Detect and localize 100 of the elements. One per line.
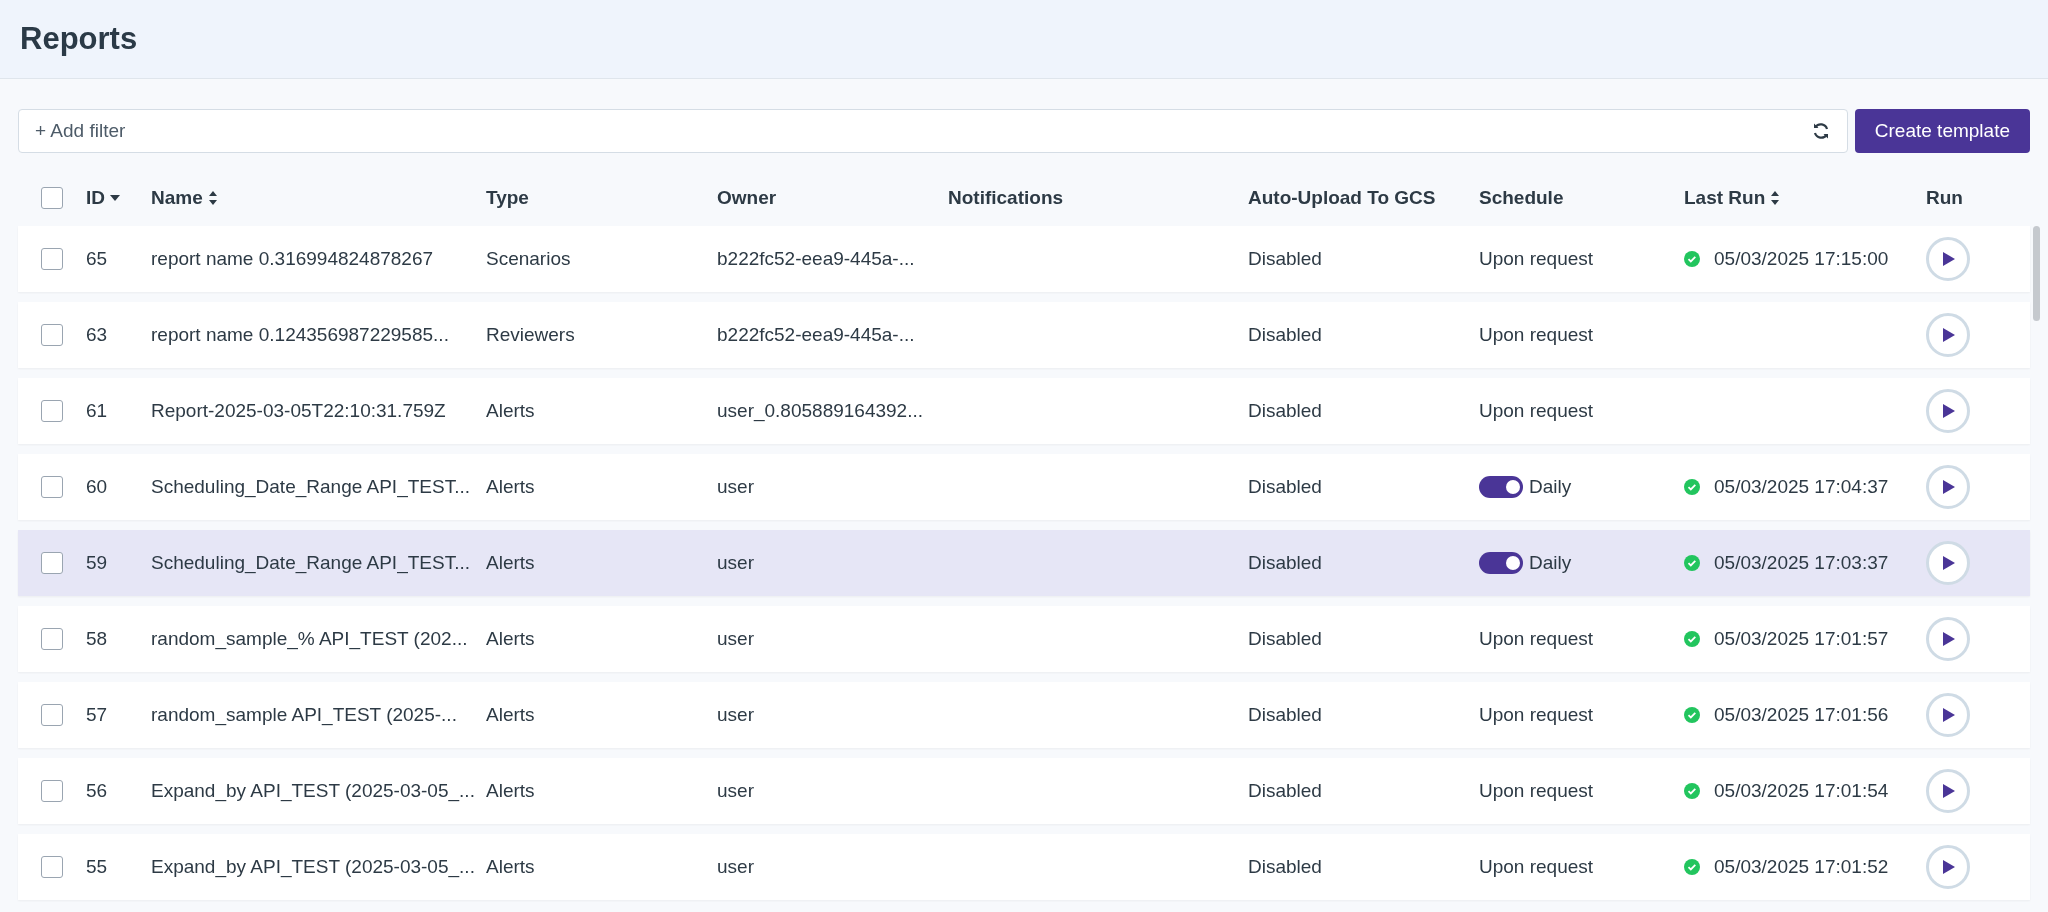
table-cell: 57 bbox=[86, 703, 108, 725]
table-cell: user bbox=[717, 551, 754, 573]
checkbox[interactable] bbox=[41, 248, 63, 270]
table-cell: Scheduling_Date_Range API_TEST... bbox=[151, 551, 470, 573]
table-cell: Disabled bbox=[1248, 627, 1322, 649]
table-cell: report name 0.124356987229585... bbox=[151, 323, 449, 345]
checkbox[interactable] bbox=[41, 400, 63, 422]
column-header[interactable]: Run bbox=[1926, 183, 1963, 213]
play-icon bbox=[1940, 403, 1956, 419]
play-icon bbox=[1940, 327, 1956, 343]
table-cell: Alerts bbox=[486, 551, 535, 573]
table-cell: 56 bbox=[86, 779, 108, 801]
table-cell: 60 bbox=[86, 475, 108, 497]
table-cell-text: 05/03/2025 17:03:37 bbox=[1714, 550, 1889, 575]
schedule-label: Upon request bbox=[1479, 703, 1594, 725]
table-cell: Alerts bbox=[486, 399, 535, 421]
checkbox[interactable] bbox=[41, 476, 63, 498]
play-button[interactable] bbox=[1926, 237, 1970, 281]
table-cell: random_sample API_TEST (2025-... bbox=[151, 703, 457, 725]
table-cell: Disabled bbox=[1248, 779, 1322, 801]
play-button[interactable] bbox=[1926, 465, 1970, 509]
column-header[interactable]: Owner bbox=[717, 183, 777, 213]
table-cell: user bbox=[717, 779, 754, 801]
table-cell: Disabled bbox=[1248, 399, 1322, 421]
play-button[interactable] bbox=[1926, 389, 1970, 433]
play-icon bbox=[1940, 479, 1956, 495]
table-cell: 55 bbox=[86, 855, 108, 877]
table-row[interactable]: 55 Expand_by API_TEST (2025-03-05_... Alerts user Disabled Upon request 05/03/2025 17:01:52 bbox=[18, 834, 2030, 900]
table-cell: 61 bbox=[86, 399, 108, 421]
play-button[interactable] bbox=[1926, 693, 1970, 737]
checkbox[interactable] bbox=[41, 628, 63, 650]
sort-down-icon[interactable] bbox=[110, 195, 120, 201]
table-row[interactable]: 59 Scheduling_Date_Range API_TEST... Alerts user Disabled Daily 05/03/2025 17:03:37 bbox=[18, 530, 2030, 596]
column-header[interactable]: Notifications bbox=[948, 183, 1064, 213]
play-icon bbox=[1940, 707, 1956, 723]
column-header[interactable]: Auto-Upload To GCS bbox=[1248, 183, 1436, 213]
table-cell: 63 bbox=[86, 323, 108, 345]
play-button[interactable] bbox=[1926, 845, 1970, 889]
table-row[interactable]: 65 report name 0.316994824878267 Scenarios b222fc52-eea9-445a-... Disabled Upon request 05/03/2025 17:15:00 bbox=[18, 226, 2030, 292]
play-button[interactable] bbox=[1926, 769, 1970, 813]
schedule-label: Upon request bbox=[1479, 779, 1594, 801]
table-cell: Alerts bbox=[486, 475, 535, 497]
column-header[interactable]: ID bbox=[86, 183, 120, 213]
checkbox[interactable] bbox=[41, 780, 63, 802]
toggle-switch[interactable] bbox=[1479, 476, 1523, 498]
table-cell: 59 bbox=[86, 551, 108, 573]
column-header[interactable]: Type bbox=[486, 183, 529, 213]
checkbox[interactable] bbox=[41, 187, 63, 209]
checkbox[interactable] bbox=[41, 704, 63, 726]
scrollbar[interactable] bbox=[2033, 226, 2040, 321]
sort-icon[interactable] bbox=[1770, 190, 1781, 206]
table-row[interactable]: 63 report name 0.124356987229585... Reviewers b222fc52-eea9-445a-... Disabled Upon request bbox=[18, 302, 2030, 368]
schedule-label: Upon request bbox=[1479, 627, 1594, 649]
filter-field[interactable]: + Add filter bbox=[18, 109, 1848, 153]
sort-icon[interactable] bbox=[207, 190, 218, 206]
table-cell: user bbox=[717, 627, 754, 649]
table-row[interactable]: 58 random_sample_% API_TEST (202... Alerts user Disabled Upon request 05/03/2025 17:01:57 bbox=[18, 606, 2030, 672]
play-button[interactable] bbox=[1926, 617, 1970, 661]
play-icon bbox=[1940, 251, 1956, 267]
table-row[interactable]: 57 random_sample API_TEST (2025-... Alerts user Disabled Upon request 05/03/2025 17:01:56 bbox=[18, 682, 2030, 748]
table-cell: Alerts bbox=[486, 855, 535, 877]
checkbox[interactable] bbox=[41, 856, 63, 878]
table-cell: Scenarios bbox=[486, 247, 571, 269]
play-button[interactable] bbox=[1926, 313, 1970, 357]
table-cell: user bbox=[717, 475, 754, 497]
table-cell: Report-2025-03-05T22:10:31.759Z bbox=[151, 399, 446, 421]
table-cell-text: 05/03/2025 17:01:52 bbox=[1714, 854, 1889, 879]
table-cell: b222fc52-eea9-445a-... bbox=[717, 323, 915, 345]
table-row[interactable]: 60 Scheduling_Date_Range API_TEST... Alerts user Disabled Daily 05/03/2025 17:04:37 bbox=[18, 454, 2030, 520]
column-header[interactable]: Last Run bbox=[1684, 183, 1781, 213]
table-cell: Reviewers bbox=[486, 323, 575, 345]
column-header[interactable]: Name bbox=[151, 183, 218, 213]
table-cell: user bbox=[717, 855, 754, 877]
table-cell: Disabled bbox=[1248, 475, 1322, 497]
schedule-label: Upon request bbox=[1479, 247, 1594, 269]
table-cell-text: 05/03/2025 17:01:57 bbox=[1714, 626, 1889, 651]
create-template-button[interactable]: Create template bbox=[1854, 109, 2030, 153]
checkbox[interactable] bbox=[41, 552, 63, 574]
column-header[interactable]: Schedule bbox=[1479, 183, 1564, 213]
toggle-switch[interactable] bbox=[1479, 552, 1523, 574]
table-cell: Alerts bbox=[486, 703, 535, 725]
table-cell: Disabled bbox=[1248, 703, 1322, 725]
play-button[interactable] bbox=[1926, 541, 1970, 585]
play-icon bbox=[1940, 859, 1956, 875]
play-icon bbox=[1940, 783, 1956, 799]
table-cell: Scheduling_Date_Range API_TEST... bbox=[151, 475, 470, 497]
play-icon bbox=[1940, 555, 1956, 571]
table-row[interactable]: 56 Expand_by API_TEST (2025-03-05_... Alerts user Disabled Upon request 05/03/2025 17:01:54 bbox=[18, 758, 2030, 824]
table-cell: 58 bbox=[86, 627, 108, 649]
filter-input[interactable]: + Add filter bbox=[35, 116, 1811, 146]
table-cell-text: 05/03/2025 17:01:54 bbox=[1714, 778, 1889, 803]
schedule-label: Daily bbox=[1529, 474, 1572, 499]
schedule-label: Upon request bbox=[1479, 855, 1594, 877]
table-cell: user_0.805889164392... bbox=[717, 399, 923, 421]
table-cell: 65 bbox=[86, 247, 108, 269]
checkbox[interactable] bbox=[41, 324, 63, 346]
table-cell: Disabled bbox=[1248, 551, 1322, 573]
table-cell-text: 05/03/2025 17:04:37 bbox=[1714, 474, 1889, 499]
table-cell: report name 0.316994824878267 bbox=[151, 247, 434, 269]
table-row[interactable]: 61 Report-2025-03-05T22:10:31.759Z Alerts user_0.805889164392... Disabled Upon request bbox=[18, 378, 2030, 444]
